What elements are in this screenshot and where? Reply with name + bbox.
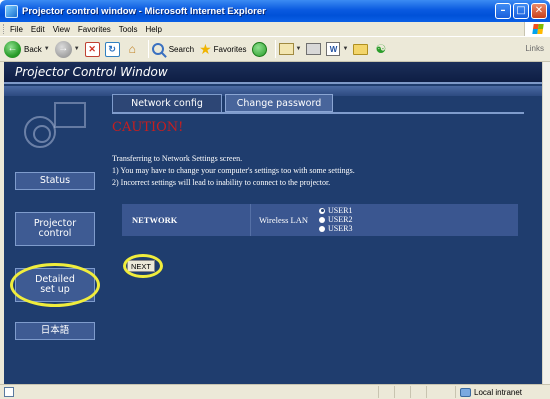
- status-cells: [378, 386, 442, 398]
- mail-icon: [278, 43, 294, 55]
- next-button[interactable]: NEXT: [127, 260, 155, 272]
- message-line: 2) Incorrect settings will lead to inabi…: [112, 178, 331, 187]
- sidebar-item-language[interactable]: 日本語: [15, 322, 95, 340]
- toolbar: ← Back ▼ → ▼ ✕ ↻ ⌂ Search ★ Favorites ▼ …: [0, 36, 550, 62]
- status-bar: Local intranet: [0, 384, 550, 399]
- vertical-scrollbar[interactable]: [542, 62, 550, 384]
- intranet-icon: [460, 387, 471, 397]
- radio-option-user1[interactable]: USER1: [319, 206, 352, 215]
- ie-icon: [5, 4, 18, 18]
- messenger-icon: ☯: [375, 42, 387, 56]
- radio-option-user2[interactable]: USER2: [319, 215, 352, 224]
- radio-option-user3[interactable]: USER3: [319, 224, 352, 233]
- folder-icon: [353, 43, 369, 55]
- print-icon: [306, 43, 322, 55]
- back-button[interactable]: ← Back ▼: [0, 40, 50, 58]
- window-title: Projector control window - Microsoft Int…: [22, 5, 266, 17]
- back-icon: ←: [4, 40, 21, 58]
- menu-view[interactable]: View: [53, 25, 70, 34]
- security-zone: Local intranet: [455, 386, 522, 398]
- history-button[interactable]: [251, 41, 267, 57]
- windows-logo-icon: [524, 22, 550, 36]
- refresh-icon: ↻: [104, 41, 120, 57]
- minimize-button[interactable]: –: [495, 3, 511, 19]
- page-viewport: Projector Control Window Status Projecto…: [4, 62, 542, 384]
- links-label[interactable]: Links: [525, 44, 544, 53]
- sidebar-item-detailed-setup[interactable]: Detailed set up: [15, 268, 95, 302]
- message-line: 1) You may have to change your computer'…: [112, 166, 355, 175]
- sidebar: Status Projector control Detailed set up…: [4, 154, 100, 384]
- caution-heading: CAUTION!: [112, 120, 184, 135]
- menu-grip: [3, 24, 6, 34]
- toolbar-divider: [274, 40, 276, 58]
- folder-button[interactable]: [353, 43, 369, 55]
- favorites-button[interactable]: ★ Favorites: [199, 42, 246, 56]
- favorites-icon: ★: [199, 41, 212, 57]
- title-bar: Projector control window - Microsoft Int…: [0, 0, 550, 22]
- chevron-down-icon: ▼: [295, 46, 302, 52]
- radio-label: USER3: [328, 224, 353, 233]
- message-line: Transferring to Network Settings screen.: [112, 154, 243, 163]
- home-icon: ⌂: [128, 42, 136, 56]
- home-button[interactable]: ⌂: [125, 42, 140, 57]
- menu-edit[interactable]: Edit: [31, 25, 45, 34]
- print-button[interactable]: [306, 43, 322, 55]
- window-controls: – □ ✕: [495, 3, 547, 19]
- mail-button[interactable]: ▼: [278, 43, 302, 55]
- menu-tools[interactable]: Tools: [119, 25, 138, 34]
- zone-label: Local intranet: [474, 387, 523, 397]
- menu-help[interactable]: Help: [145, 25, 161, 34]
- radio-label: USER2: [328, 215, 353, 224]
- wireless-lan-label: Wireless LAN: [259, 215, 308, 225]
- menu-bar: File Edit View Favorites Tools Help: [0, 22, 550, 36]
- forward-icon: →: [54, 40, 72, 58]
- menu-favorites[interactable]: Favorites: [78, 25, 111, 34]
- menu-file[interactable]: File: [10, 25, 23, 34]
- sidebar-item-projector-control[interactable]: Projector control: [15, 212, 95, 246]
- tab-change-password[interactable]: Change password: [225, 94, 333, 112]
- edit-icon: W: [326, 42, 341, 56]
- forward-button[interactable]: → ▼: [54, 40, 80, 58]
- radio-button[interactable]: [319, 216, 325, 223]
- search-button[interactable]: Search: [151, 43, 195, 55]
- network-settings-table: NETWORK Wireless LAN USER1 USER2 USER3: [122, 204, 518, 236]
- main-content: Network config Change password CAUTION! …: [104, 92, 542, 384]
- history-icon: [251, 41, 267, 57]
- page-icon: [4, 387, 14, 397]
- page-header: Projector Control Window: [4, 62, 542, 84]
- network-label: NETWORK: [132, 215, 178, 225]
- radio-label: USER1: [328, 206, 353, 215]
- sidebar-item-status[interactable]: Status: [15, 172, 95, 190]
- stop-button[interactable]: ✕: [84, 41, 100, 57]
- chevron-down-icon: ▼: [342, 46, 349, 52]
- page-title: Projector Control Window: [15, 65, 168, 79]
- search-label: Search: [168, 44, 195, 54]
- user-radio-group: USER1 USER2 USER3: [319, 206, 352, 233]
- search-icon: [151, 43, 164, 55]
- radio-button[interactable]: [319, 225, 325, 232]
- maximize-button[interactable]: □: [513, 3, 529, 19]
- messenger-button[interactable]: ☯: [373, 42, 388, 57]
- radio-button[interactable]: [319, 207, 325, 214]
- edit-button[interactable]: W ▼: [326, 42, 348, 56]
- refresh-button[interactable]: ↻: [104, 41, 120, 57]
- chevron-down-icon: ▼: [43, 46, 50, 52]
- chevron-down-icon: ▼: [73, 46, 80, 52]
- back-label: Back: [24, 44, 42, 54]
- close-button[interactable]: ✕: [531, 3, 547, 19]
- toolbar-divider: [147, 40, 149, 58]
- tab-network-config[interactable]: Network config: [112, 94, 222, 112]
- tab-underline: [112, 112, 524, 114]
- stop-icon: ✕: [84, 41, 100, 57]
- table-divider: [250, 204, 251, 236]
- favorites-label: Favorites: [213, 44, 247, 54]
- projector-logo-icon: [18, 102, 88, 152]
